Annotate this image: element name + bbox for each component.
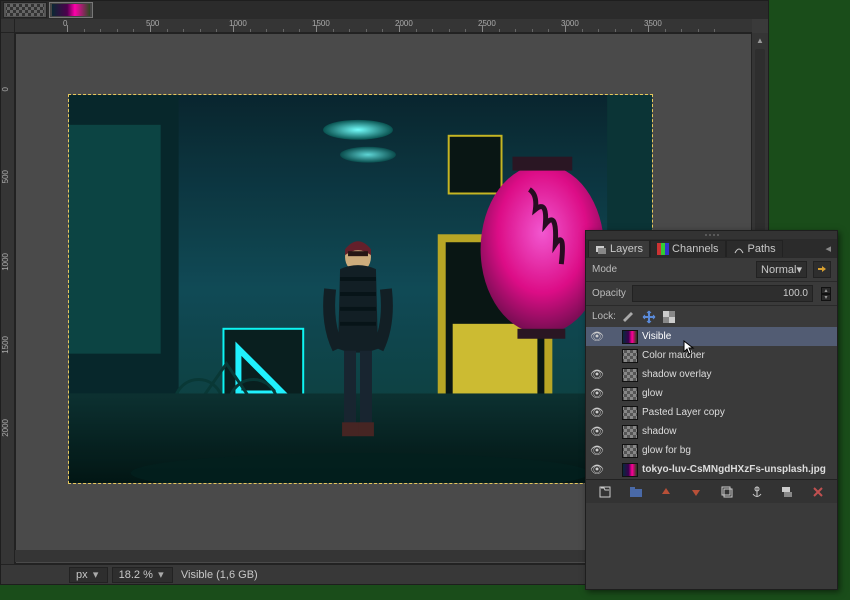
canvas-wrap: [68, 94, 653, 484]
layer-thumbnail: [622, 330, 638, 344]
blend-mode-row: Mode Normal ▾: [586, 257, 837, 281]
tab-paths-label: Paths: [748, 243, 776, 255]
layer-row[interactable]: 👁 tokyo-luv-CsMNgdHXzFs-unsplash.jpg: [586, 460, 837, 479]
layer-thumbnail: [622, 444, 638, 458]
layer-name[interactable]: shadow overlay: [642, 369, 833, 380]
layer-name[interactable]: Pasted Layer copy: [642, 407, 833, 418]
unit-label: px: [76, 569, 88, 581]
panel-tabs: Layers Channels Paths ◂: [586, 239, 837, 257]
layer-name[interactable]: Color matcher: [642, 350, 833, 361]
lock-label: Lock:: [592, 311, 616, 322]
step-up-icon[interactable]: ▴: [821, 287, 831, 294]
layers-panel: Layers Channels Paths ◂ Mode Normal ▾ Op…: [585, 230, 838, 590]
visibility-toggle[interactable]: 👁: [590, 368, 604, 381]
visibility-toggle[interactable]: 👁: [590, 406, 604, 419]
document-tabs: [1, 1, 768, 19]
layer-row[interactable]: 👁 glow for bg: [586, 441, 837, 460]
visibility-toggle[interactable]: 👁: [590, 330, 604, 343]
document-tab-2[interactable]: [49, 2, 93, 18]
layer-row[interactable]: 👁 glow: [586, 384, 837, 403]
paths-icon: [733, 243, 745, 255]
lock-paint-icon[interactable]: [622, 310, 636, 324]
new-layer-button[interactable]: [595, 483, 615, 501]
raise-layer-button[interactable]: [656, 483, 676, 501]
step-down-icon[interactable]: ▾: [821, 294, 831, 301]
zoom-label: 18.2 %: [119, 569, 153, 581]
lock-row: Lock:: [586, 305, 837, 327]
layer-row[interactable]: 👁 shadow overlay: [586, 365, 837, 384]
layer-row[interactable]: 👁 Visible: [586, 327, 837, 346]
lock-position-icon[interactable]: [642, 310, 656, 324]
layer-name[interactable]: shadow: [642, 426, 833, 437]
tab-channels-label: Channels: [672, 243, 718, 255]
opacity-input[interactable]: [632, 285, 813, 302]
ruler-horizontal[interactable]: 0500100015002000250030003500: [15, 19, 752, 33]
layer-row[interactable]: 👁 shadow: [586, 422, 837, 441]
lock-alpha-icon[interactable]: [662, 310, 676, 324]
mode-label: Mode: [592, 264, 617, 275]
zoom-selector[interactable]: 18.2 % ▾: [112, 567, 173, 583]
panel-drag-handle[interactable]: [586, 231, 837, 239]
layer-thumbnail: [622, 387, 638, 401]
layer-row[interactable]: 👁 Pasted Layer copy: [586, 403, 837, 422]
ruler-corner: [1, 19, 15, 33]
visibility-toggle[interactable]: 👁: [590, 463, 604, 476]
chevron-down-icon: ▾: [156, 570, 166, 580]
thumb-blank: [6, 4, 44, 16]
opacity-row: Opacity ▴▾: [586, 281, 837, 305]
layer-thumbnail: [622, 406, 638, 420]
anchor-layer-button[interactable]: [747, 483, 767, 501]
document-tab-1[interactable]: [3, 2, 47, 18]
visibility-toggle[interactable]: 👁: [590, 387, 604, 400]
layer-name[interactable]: Visible: [642, 331, 833, 342]
new-group-button[interactable]: [626, 483, 646, 501]
duplicate-layer-button[interactable]: [717, 483, 737, 501]
canvas-image: [69, 95, 652, 483]
opacity-stepper[interactable]: ▴▾: [821, 287, 831, 301]
layer-thumbnail: [622, 368, 638, 382]
chevron-down-icon: ▾: [91, 570, 101, 580]
layer-thumbnail: [622, 349, 638, 363]
tab-paths[interactable]: Paths: [726, 240, 783, 257]
layer-name[interactable]: tokyo-luv-CsMNgdHXzFs-unsplash.jpg: [642, 464, 833, 475]
ruler-vertical[interactable]: 0500100015002000: [1, 33, 15, 564]
status-info: Visible (1,6 GB): [177, 569, 258, 581]
layers-list: 👁 Visible Color matcher 👁 shadow overlay 👁 glo…: [586, 327, 837, 479]
opacity-label: Opacity: [592, 288, 626, 299]
lower-layer-button[interactable]: [686, 483, 706, 501]
mode-value: Normal: [761, 264, 796, 276]
layers-toolbar: [586, 479, 837, 503]
scroll-up-icon[interactable]: ▲: [753, 33, 767, 47]
panel-menu-icon[interactable]: ◂: [821, 240, 835, 257]
channels-icon: [657, 243, 669, 255]
tab-channels[interactable]: Channels: [650, 240, 725, 257]
thumb-image: [52, 4, 90, 16]
layer-thumbnail: [622, 425, 638, 439]
swap-icon: [816, 264, 828, 276]
layers-icon: [595, 243, 607, 255]
tab-layers[interactable]: Layers: [588, 240, 650, 257]
unit-selector[interactable]: px ▾: [69, 567, 108, 583]
mode-select[interactable]: Normal ▾: [756, 261, 807, 278]
visibility-toggle[interactable]: 👁: [590, 425, 604, 438]
visibility-toggle[interactable]: 👁: [590, 444, 604, 457]
canvas[interactable]: [68, 94, 653, 484]
layer-name[interactable]: glow for bg: [642, 445, 833, 456]
layer-thumbnail: [622, 463, 638, 477]
layer-row[interactable]: Color matcher: [586, 346, 837, 365]
layer-name[interactable]: glow: [642, 388, 833, 399]
tab-layers-label: Layers: [610, 243, 643, 255]
mode-swap-button[interactable]: [813, 261, 831, 278]
delete-layer-button[interactable]: [808, 483, 828, 501]
merge-down-button[interactable]: [777, 483, 797, 501]
chevron-down-icon: ▾: [796, 263, 802, 276]
